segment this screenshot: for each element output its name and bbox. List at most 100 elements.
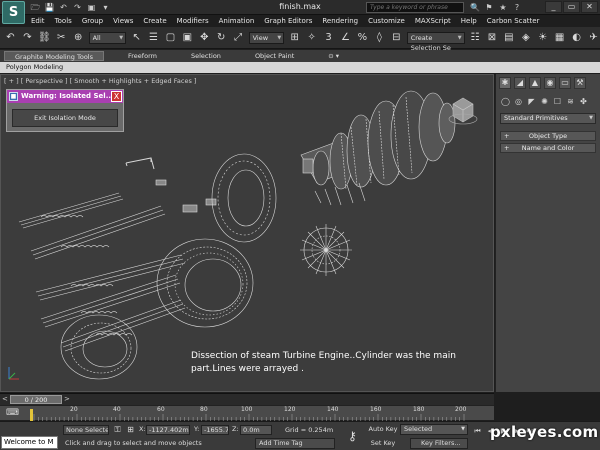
tab-freeform[interactable]: Freeform: [118, 51, 167, 61]
exit-isolation-mode-button[interactable]: Exit Isolation Mode: [12, 109, 118, 127]
menu-modifiers[interactable]: Modifiers: [172, 15, 214, 27]
unlink-icon[interactable]: ✂: [55, 31, 68, 45]
reference-coordinate-select[interactable]: View: [248, 31, 285, 44]
menu-tools[interactable]: Tools: [50, 15, 77, 27]
create-tab-icon[interactable]: ✱: [499, 77, 511, 89]
window-crossing-icon[interactable]: ▣: [181, 31, 194, 45]
add-time-tag-button[interactable]: Add Time Tag: [255, 438, 335, 449]
viewport-label[interactable]: [ + ] [ Perspective ] [ Smooth + Highlig…: [4, 77, 196, 85]
z-coordinate-field[interactable]: 0.0m: [240, 425, 272, 435]
polygon-modeling-panel-label[interactable]: Polygon Modeling: [6, 63, 63, 71]
cameras-icon[interactable]: ✺: [539, 96, 550, 107]
tab-graphite-modeling-tools[interactable]: Graphite Modeling Tools: [4, 51, 105, 61]
render-setup-icon[interactable]: ▦: [553, 31, 566, 45]
display-tab-icon[interactable]: ▭: [559, 77, 571, 89]
hierarchy-tab-icon[interactable]: ▲: [529, 77, 541, 89]
scale-icon[interactable]: ⤢: [232, 31, 245, 45]
redo-icon[interactable]: ↷: [21, 31, 34, 45]
menu-carbon-scatter[interactable]: Carbon Scatter: [482, 15, 545, 27]
primitives-select[interactable]: Standard Primitives: [500, 113, 596, 124]
percent-snap-icon[interactable]: %: [356, 31, 369, 45]
lock-selection-icon[interactable]: ⚿: [112, 424, 123, 435]
menu-help[interactable]: Help: [456, 15, 482, 27]
undo-icon[interactable]: ↶: [4, 31, 17, 45]
align-icon[interactable]: ⊠: [486, 31, 499, 45]
helpers-icon[interactable]: ☐: [552, 96, 563, 107]
keyframe-marker[interactable]: [30, 409, 33, 421]
bind-space-warp-icon[interactable]: ⊕: [72, 31, 85, 45]
edit-named-selection-icon[interactable]: ⊟: [390, 31, 403, 45]
move-icon[interactable]: ✥: [198, 31, 211, 45]
object-type-rollout[interactable]: + Object Type: [500, 131, 596, 141]
mirror-icon[interactable]: ☷: [469, 31, 482, 45]
favorites-icon[interactable]: ★: [498, 2, 508, 13]
pivot-center-icon[interactable]: ⊞: [288, 31, 301, 45]
open-file-icon[interactable]: 🗁: [30, 2, 41, 13]
rotate-icon[interactable]: ↻: [215, 31, 228, 45]
rectangle-selection-icon[interactable]: ▢: [164, 31, 177, 45]
render-production-icon[interactable]: ✈: [587, 31, 600, 45]
close-button[interactable]: ✕: [581, 1, 598, 13]
next-frame-button[interactable]: >: [64, 395, 70, 403]
previous-frame-button[interactable]: <: [2, 395, 8, 403]
selection-filter-select[interactable]: All: [88, 31, 127, 44]
key-filters-button[interactable]: Key Filters...: [410, 438, 468, 449]
absolute-mode-icon[interactable]: ⊞: [125, 424, 136, 435]
minimize-button[interactable]: _: [545, 1, 562, 13]
spinner-snap-icon[interactable]: ◊: [373, 31, 386, 45]
maxscript-listener-field[interactable]: Welcome to M: [1, 436, 58, 449]
search-icon[interactable]: 🔍: [470, 2, 480, 13]
time-slider-thumb[interactable]: 0 / 200: [10, 395, 62, 404]
lights-icon[interactable]: ◤: [526, 96, 537, 107]
menu-edit[interactable]: Edit: [26, 15, 50, 27]
x-coordinate-field[interactable]: -1127.402m: [146, 425, 190, 435]
undo-icon[interactable]: ↶: [58, 2, 69, 13]
material-editor-icon[interactable]: ☀: [536, 31, 549, 45]
track-bar[interactable]: ⌨ 20 40 60 80 100 120 140 160 180 200: [0, 405, 494, 421]
utilities-tab-icon[interactable]: ⚒: [574, 77, 586, 89]
menu-animation[interactable]: Animation: [214, 15, 260, 27]
shapes-icon[interactable]: ◎: [513, 96, 524, 107]
application-button[interactable]: S: [2, 1, 25, 24]
go-to-start-icon[interactable]: ⏮: [472, 426, 483, 436]
ribbon-options-dropdown[interactable]: ⊙ ▾: [318, 51, 349, 61]
set-key-button[interactable]: Set Key: [368, 438, 398, 449]
project-folder-icon[interactable]: ▣: [86, 2, 97, 13]
space-warps-icon[interactable]: ≋: [565, 96, 576, 107]
select-by-name-icon[interactable]: ☰: [147, 31, 160, 45]
link-icon[interactable]: ⛓: [38, 31, 51, 45]
modify-tab-icon[interactable]: ◢: [514, 77, 526, 89]
tab-object-paint[interactable]: Object Paint: [245, 51, 304, 61]
auto-key-button[interactable]: Auto Key: [368, 424, 398, 435]
time-slider[interactable]: < 0 / 200 >: [0, 393, 494, 405]
redo-icon[interactable]: ↷: [72, 2, 83, 13]
search-input[interactable]: [366, 2, 464, 13]
menu-group[interactable]: Group: [77, 15, 108, 27]
snaps-toggle-icon[interactable]: 3: [322, 31, 335, 45]
layer-manager-icon[interactable]: ▤: [502, 31, 515, 45]
menu-create[interactable]: Create: [138, 15, 171, 27]
warning-close-button[interactable]: X: [111, 91, 122, 102]
manipulate-icon[interactable]: ✧: [305, 31, 318, 45]
help-icon[interactable]: ?: [512, 2, 522, 13]
quick-access-dropdown-icon[interactable]: ▾: [100, 2, 111, 13]
save-file-icon[interactable]: 💾: [44, 2, 55, 13]
tab-selection[interactable]: Selection: [181, 51, 231, 61]
select-object-icon[interactable]: ↖: [130, 31, 143, 45]
menu-graph-editors[interactable]: Graph Editors: [259, 15, 317, 27]
key-icon[interactable]: ⚷: [348, 429, 357, 443]
menu-maxscript[interactable]: MAXScript: [410, 15, 456, 27]
angle-snap-icon[interactable]: ∠: [339, 31, 352, 45]
name-and-color-rollout[interactable]: + Name and Color: [500, 143, 596, 153]
y-coordinate-field[interactable]: -1655.796n: [201, 425, 229, 435]
subscription-icon[interactable]: ⚑: [484, 2, 494, 13]
menu-views[interactable]: Views: [108, 15, 138, 27]
maximize-button[interactable]: ▭: [563, 1, 580, 13]
menu-rendering[interactable]: Rendering: [317, 15, 363, 27]
rendered-frame-icon[interactable]: ◐: [570, 31, 583, 45]
systems-icon[interactable]: ✤: [578, 96, 589, 107]
motion-tab-icon[interactable]: ◉: [544, 77, 556, 89]
curve-editor-icon[interactable]: ◈: [519, 31, 532, 45]
geometry-icon[interactable]: ◯: [500, 96, 511, 107]
key-mode-select[interactable]: Selected: [400, 424, 468, 435]
